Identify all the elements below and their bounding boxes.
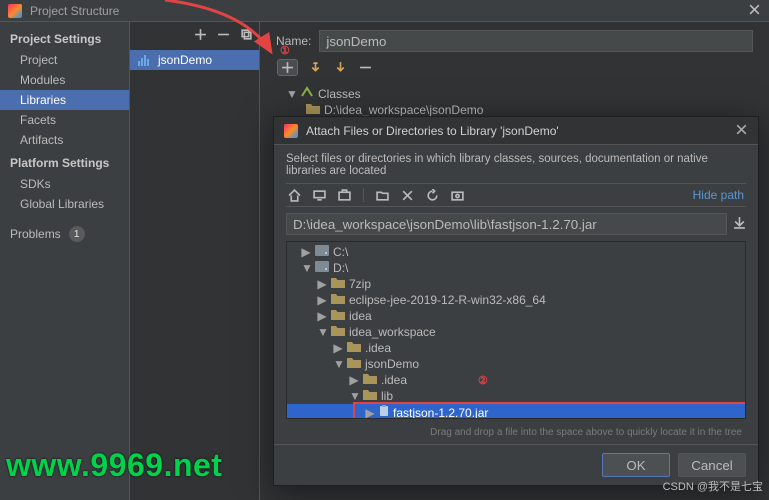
add-classes-icon[interactable]: [278, 60, 297, 75]
close-icon[interactable]: [748, 3, 761, 19]
tree-row-folder[interactable]: ▶.idea: [287, 340, 745, 356]
drop-hint: Drag and drop a file into the space abov…: [286, 425, 746, 438]
add-download-icon[interactable]: [309, 61, 322, 74]
desktop-icon[interactable]: [313, 189, 326, 202]
project-root-icon[interactable]: [338, 189, 351, 202]
folder-icon: [306, 103, 320, 117]
chevron-right-icon[interactable]: ▶: [365, 406, 375, 420]
problems-count-badge: 1: [69, 226, 85, 242]
chevron-down-icon[interactable]: ▼: [301, 261, 311, 275]
filesystem-tree[interactable]: ▶ C:\ ▼ D:\ ▶7zip ▶eclipse-jee-2019-12-R…: [286, 241, 746, 419]
disk-icon: [315, 245, 329, 259]
sidebar-item-problems[interactable]: Problems 1: [0, 220, 129, 248]
dialog-title: Project Structure: [30, 4, 119, 18]
tree-row-folder[interactable]: ▼idea_workspace: [287, 324, 745, 340]
attach-dialog-buttons: OK Cancel: [274, 444, 758, 485]
attach-icon[interactable]: [334, 61, 347, 74]
attach-files-dialog: Attach Files or Directories to Library '…: [273, 116, 759, 486]
hide-path-link[interactable]: Hide path: [693, 188, 744, 202]
libraries-panel: jsonDemo: [130, 22, 260, 500]
tree-row-folder[interactable]: ▶.idea: [287, 372, 745, 388]
disk-icon: [315, 261, 329, 275]
sidebar: Project Settings Project Modules Librari…: [0, 22, 130, 500]
close-icon[interactable]: [735, 123, 748, 139]
tree-row-jar[interactable]: ▶ fastjson-1.2.70.jar: [287, 404, 745, 419]
library-bars-icon: [138, 55, 152, 65]
tree-row-folder[interactable]: ▶7zip: [287, 276, 745, 292]
classes-label: Classes: [318, 87, 361, 101]
tree-row-folder[interactable]: ▼lib: [287, 388, 745, 404]
project-structure-titlebar: Project Structure: [0, 0, 769, 22]
libraries-toolbar: [130, 22, 259, 46]
chevron-right-icon[interactable]: ▶: [301, 245, 311, 259]
folder-icon: [331, 293, 345, 307]
attach-dialog-title: Attach Files or Directories to Library '…: [306, 124, 559, 138]
folder-icon: [331, 325, 345, 339]
chevron-right-icon[interactable]: ▶: [317, 293, 327, 307]
name-label: Name: [276, 34, 311, 48]
sidebar-item-libraries[interactable]: Libraries: [0, 90, 129, 110]
home-icon[interactable]: [288, 189, 301, 202]
tree-row-folder[interactable]: ▶eclipse-jee-2019-12-R-win32-x86_64: [287, 292, 745, 308]
chevron-right-icon[interactable]: ▶: [349, 373, 359, 387]
sidebar-item-global-libraries[interactable]: Global Libraries: [0, 194, 129, 214]
chevron-right-icon[interactable]: ▶: [317, 309, 327, 323]
path-input[interactable]: [286, 213, 727, 235]
cancel-button[interactable]: Cancel: [678, 453, 746, 477]
copy-library-icon[interactable]: [240, 28, 253, 41]
library-name: jsonDemo: [158, 53, 212, 67]
folder-icon: [331, 309, 345, 323]
chevron-down-icon[interactable]: ▼: [349, 389, 359, 403]
tree-row-drive[interactable]: ▼ D:\: [287, 260, 745, 276]
tree-row-folder[interactable]: ▼jsonDemo: [287, 356, 745, 372]
sidebar-item-artifacts[interactable]: Artifacts: [0, 130, 129, 150]
jar-icon: [379, 405, 389, 419]
attach-dialog-hint: Select files or directories in which lib…: [286, 153, 746, 177]
platform-settings-heading: Platform Settings: [0, 150, 129, 174]
tree-row-folder[interactable]: ▶idea: [287, 308, 745, 324]
sidebar-item-sdks[interactable]: SDKs: [0, 174, 129, 194]
chevron-down-icon[interactable]: ▼: [333, 357, 343, 371]
chevron-right-icon[interactable]: ▶: [333, 341, 343, 355]
show-hidden-icon[interactable]: [451, 189, 464, 202]
folder-icon: [331, 277, 345, 291]
chevron-right-icon[interactable]: ▶: [317, 277, 327, 291]
classes-path: D:\idea_workspace\jsonDemo: [324, 103, 483, 117]
folder-icon: [347, 341, 361, 355]
problems-label: Problems: [10, 227, 61, 241]
classes-toolbar: [276, 60, 753, 75]
attach-dialog-toolbar: Hide path: [286, 183, 746, 207]
history-icon[interactable]: [733, 216, 746, 232]
sidebar-item-facets[interactable]: Facets: [0, 110, 129, 130]
sidebar-item-project[interactable]: Project: [0, 50, 129, 70]
folder-icon: [363, 373, 377, 387]
project-settings-heading: Project Settings: [0, 26, 129, 50]
new-folder-icon[interactable]: [376, 189, 389, 202]
sidebar-item-modules[interactable]: Modules: [0, 70, 129, 90]
attach-dialog-titlebar: Attach Files or Directories to Library '…: [274, 117, 758, 145]
refresh-icon[interactable]: [426, 189, 439, 202]
intellij-logo-icon: [8, 4, 22, 18]
delete-icon[interactable]: [401, 189, 414, 202]
folder-icon: [347, 357, 361, 371]
folder-icon: [363, 389, 377, 403]
remove-classes-icon[interactable]: [359, 61, 372, 74]
tree-toggle-icon[interactable]: ▼: [286, 87, 296, 101]
remove-library-icon[interactable]: [217, 28, 230, 41]
add-library-icon[interactable]: [194, 28, 207, 41]
class-root-icon: [300, 86, 314, 101]
library-row[interactable]: jsonDemo: [130, 50, 259, 70]
chevron-down-icon[interactable]: ▼: [317, 325, 327, 339]
tree-row-drive[interactable]: ▶ C:\: [287, 244, 745, 260]
intellij-logo-icon: [284, 124, 298, 138]
library-name-input[interactable]: [319, 30, 753, 52]
ok-button[interactable]: OK: [602, 453, 670, 477]
